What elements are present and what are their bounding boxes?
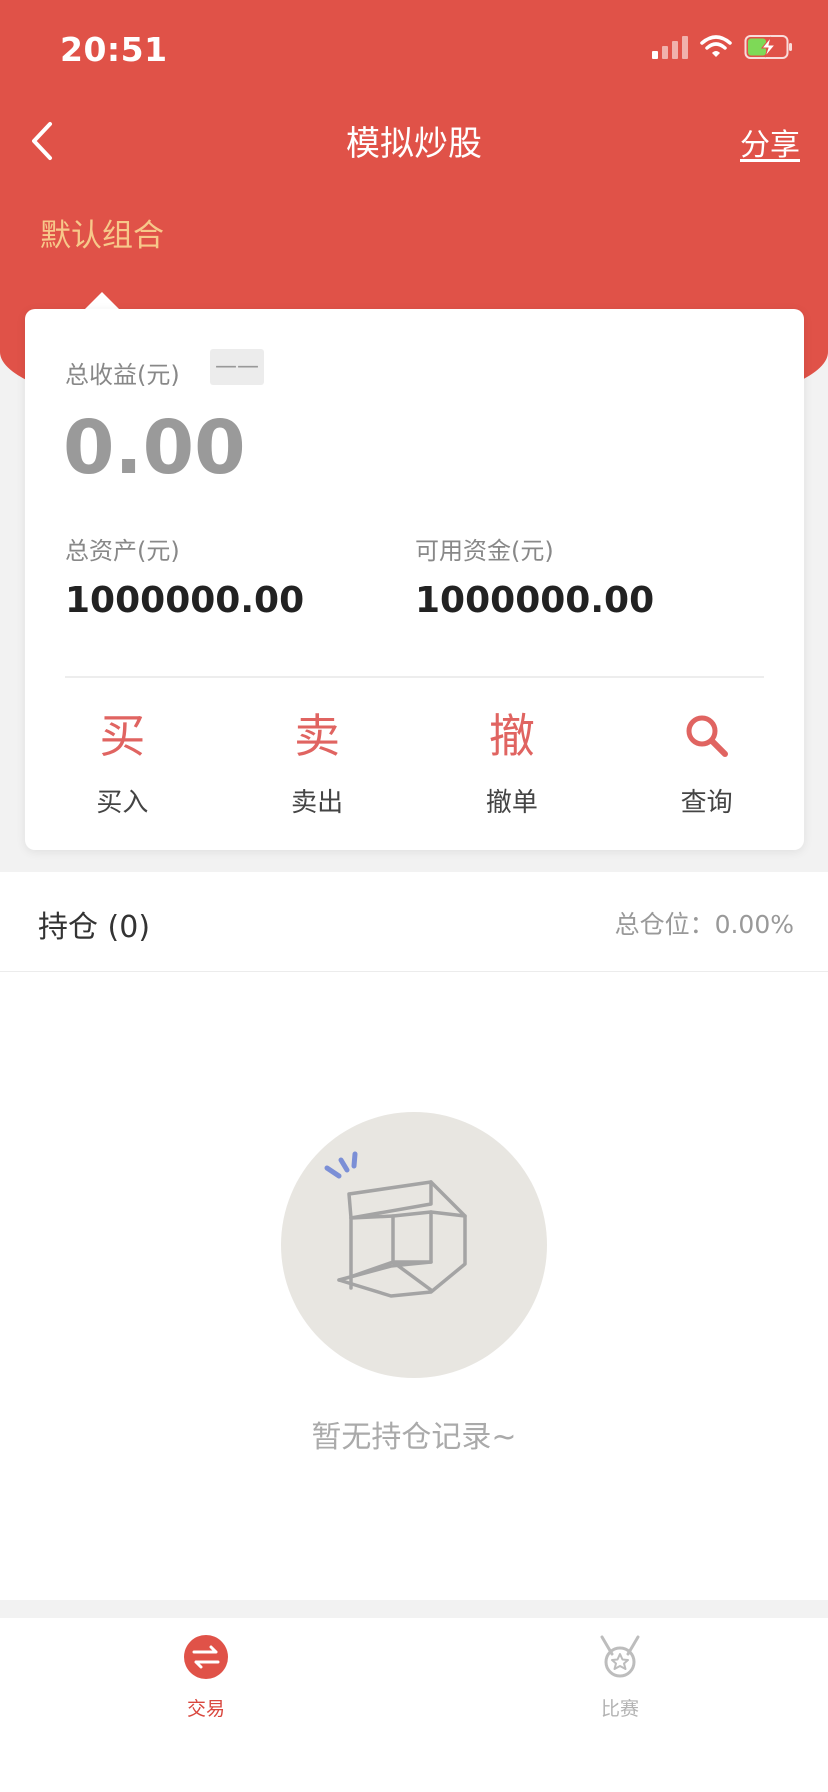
- cellular-signal-icon: [652, 35, 688, 59]
- total-income-value: 0.00: [63, 405, 246, 491]
- tab-match[interactable]: 比赛: [560, 1634, 680, 1721]
- exchange-icon: [184, 1635, 228, 1679]
- portfolio-tab-default[interactable]: 默认组合: [40, 210, 164, 255]
- status-time: 20:51: [60, 30, 168, 69]
- holdings-section: 持仓 (0) 总仓位：0.00% 暂无持仓记录~: [0, 872, 828, 1600]
- empty-box-icon: [324, 1151, 467, 1298]
- buy-button[interactable]: 买 买入: [25, 704, 220, 819]
- cancel-order-label: 撤单: [485, 788, 538, 818]
- page-title: 模拟炒股: [346, 124, 482, 164]
- share-button[interactable]: 分享: [740, 120, 800, 164]
- cancel-order-icon: 撤: [488, 709, 535, 763]
- tab-match-label: 比赛: [600, 1698, 639, 1720]
- total-assets-label: 总资产(元): [65, 537, 180, 565]
- query-button[interactable]: 查询: [609, 704, 804, 819]
- sell-button[interactable]: 卖 卖出: [220, 704, 415, 819]
- medal-icon: [600, 1635, 640, 1678]
- tab-pointer: [84, 292, 120, 310]
- income-rate-badge: ——: [210, 349, 264, 385]
- empty-state-illustration: [281, 1112, 547, 1378]
- empty-state-text: 暂无持仓记录~: [311, 1420, 517, 1455]
- total-position: 总仓位：0.00%: [614, 910, 794, 939]
- bottom-tab-bar: 交易 比赛: [0, 1618, 828, 1792]
- sell-icon: 卖: [294, 709, 341, 763]
- wifi-icon: [700, 35, 732, 57]
- trade-actions: 买 买入 卖 卖出 撤 撤单 查询: [25, 704, 804, 819]
- available-funds-value: 1000000.00: [415, 580, 655, 621]
- battery-charging-icon: [744, 35, 792, 59]
- card-divider: [65, 676, 764, 678]
- available-funds-label: 可用资金(元): [415, 537, 554, 565]
- holdings-title: 持仓 (0): [38, 910, 151, 945]
- tab-trade-label: 交易: [186, 1698, 225, 1720]
- cancel-order-button[interactable]: 撤 撤单: [415, 704, 610, 819]
- buy-label: 买入: [96, 788, 149, 818]
- holdings-header: 持仓 (0) 总仓位：0.00%: [0, 872, 828, 972]
- status-bar: 20:51: [0, 0, 828, 100]
- total-assets: 总资产(元) 1000000.00: [65, 531, 304, 621]
- status-icons: [652, 34, 794, 60]
- search-icon: [686, 715, 728, 757]
- available-funds: 可用资金(元) 1000000.00: [415, 531, 654, 621]
- query-label: 查询: [680, 788, 733, 818]
- buy-icon: 买: [99, 709, 146, 763]
- account-summary-card: 总收益(元) —— 0.00 总资产(元) 1000000.00 可用资金(元)…: [25, 309, 804, 850]
- tab-trade[interactable]: 交易: [146, 1634, 266, 1721]
- total-assets-value: 1000000.00: [65, 580, 305, 621]
- sell-label: 卖出: [291, 788, 344, 818]
- nav-bar: 模拟炒股 分享: [0, 100, 828, 180]
- total-income-label: 总收益(元): [65, 361, 180, 389]
